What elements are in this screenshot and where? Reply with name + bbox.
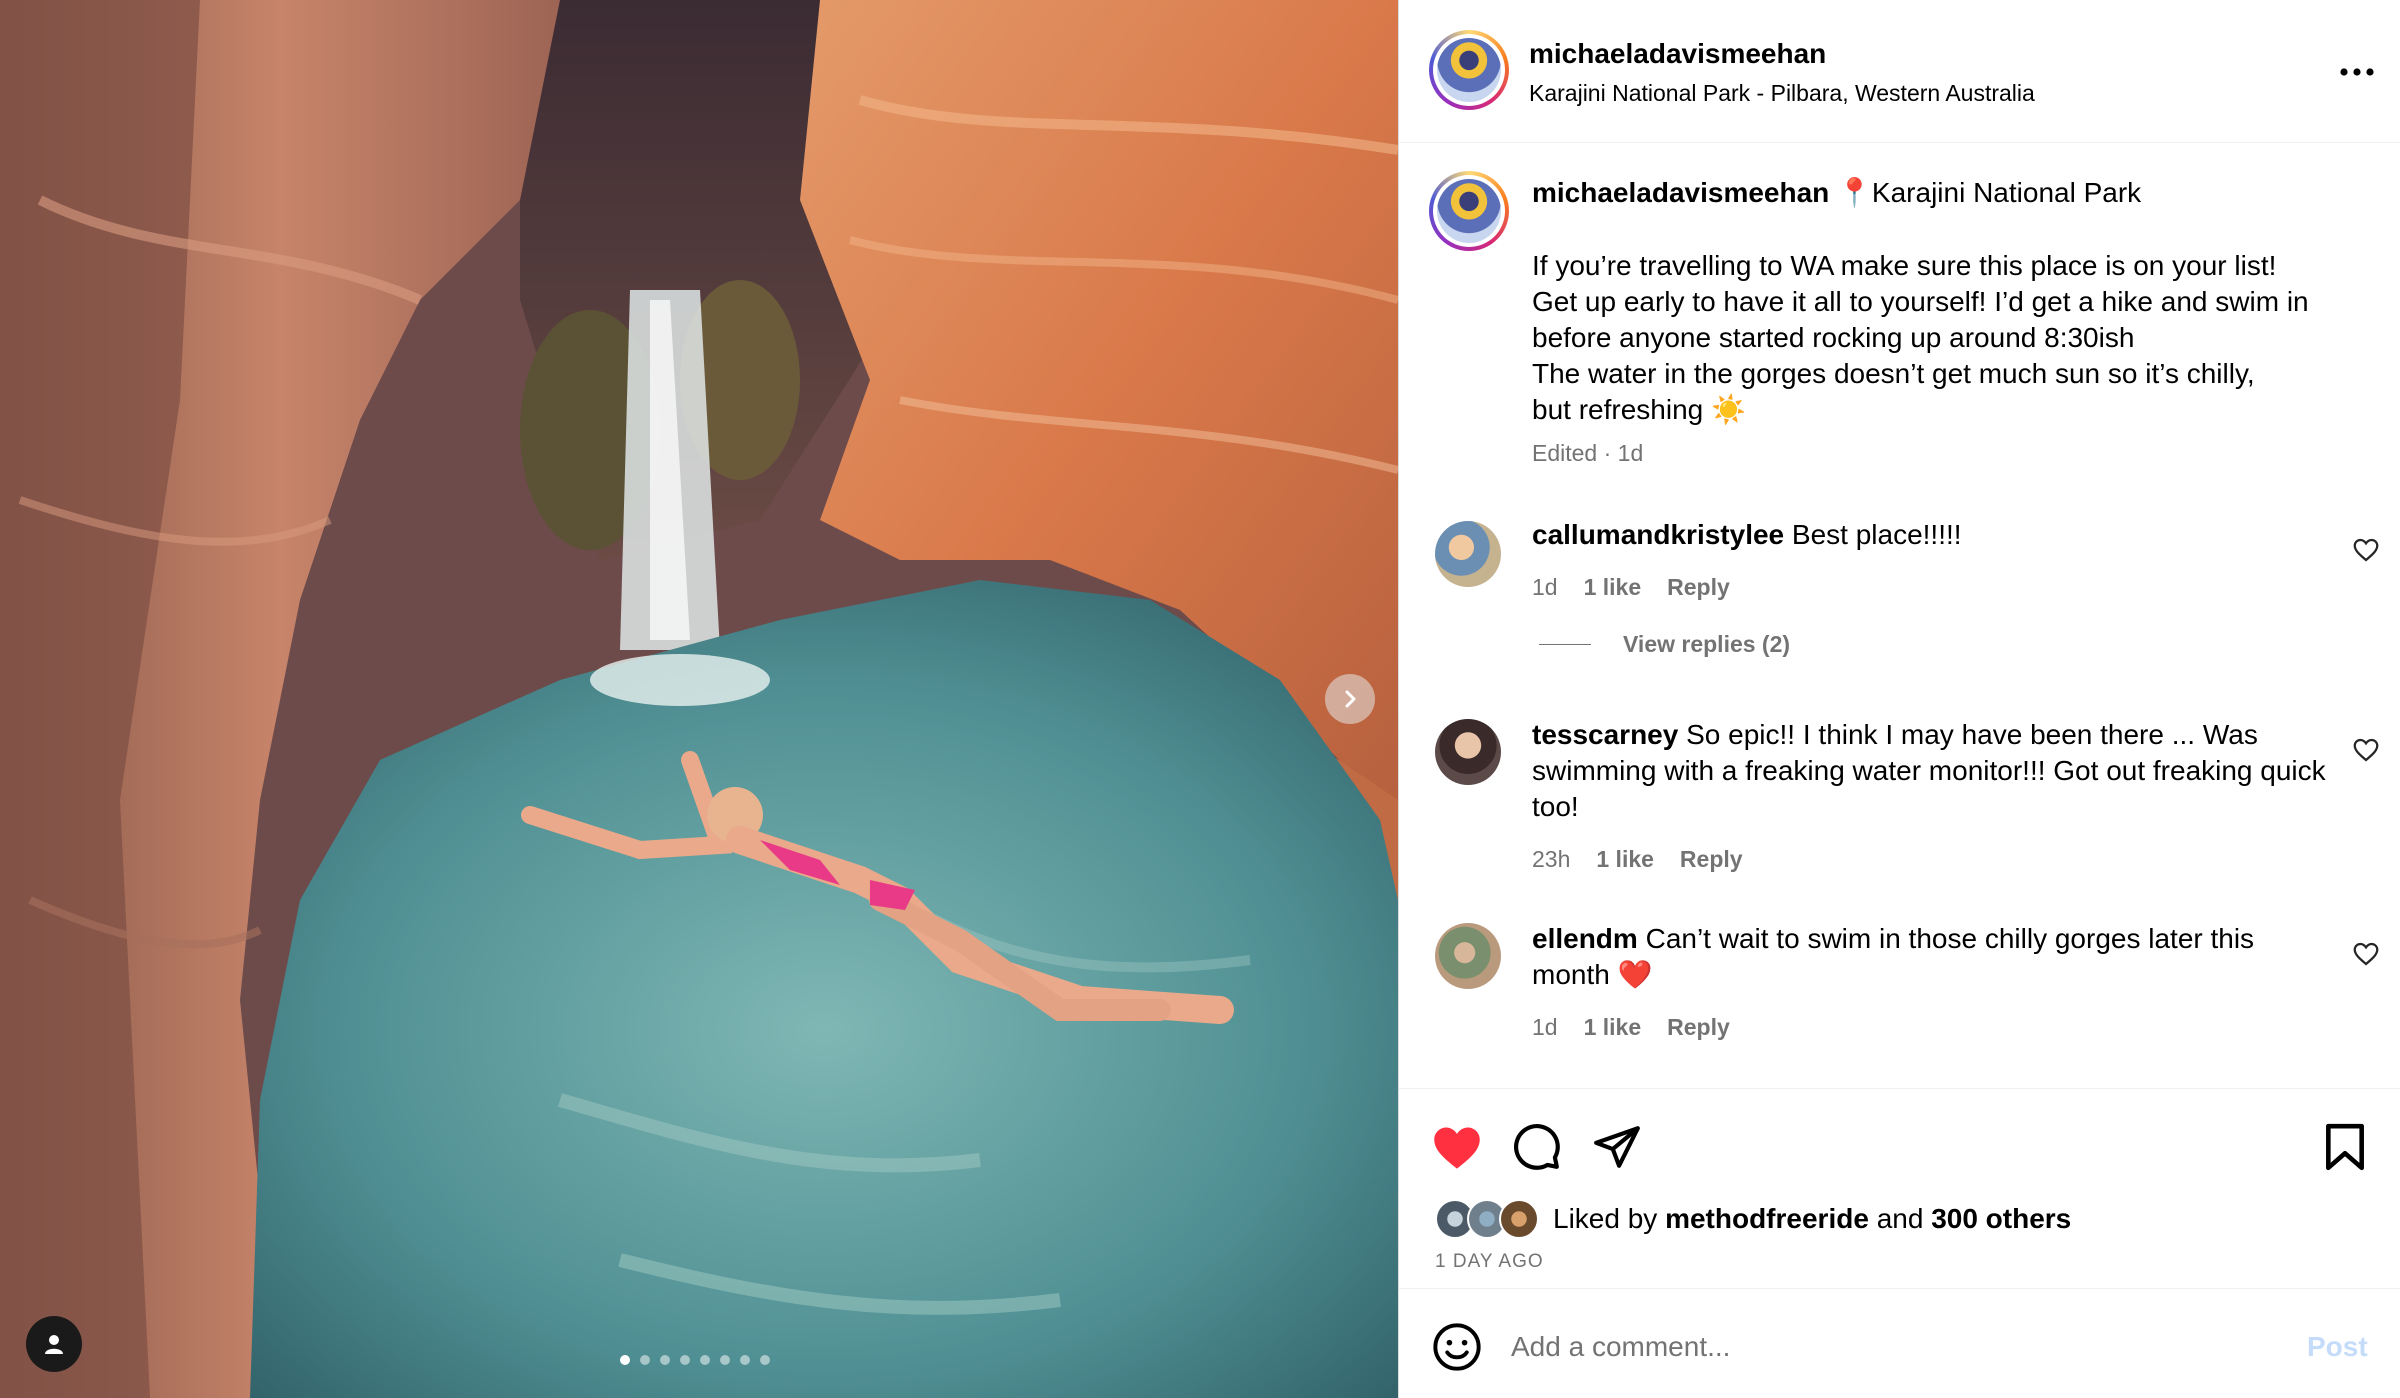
reply-button[interactable]: Reply xyxy=(1667,1014,1730,1041)
view-replies-button[interactable]: View replies (2) xyxy=(1539,631,1790,658)
comment-body: Can’t wait to swim in those chilly gorge… xyxy=(1532,923,2255,990)
commenter-avatar[interactable] xyxy=(1435,719,1501,785)
commenter-avatar[interactable] xyxy=(1435,521,1501,587)
comment-username[interactable]: tesscarney xyxy=(1532,719,1678,750)
comment-time: 23h xyxy=(1532,846,1571,872)
caption-line: If you’re travelling to WA make sure thi… xyxy=(1532,250,2277,281)
carousel-dot xyxy=(660,1355,670,1365)
comment-heart-icon[interactable] xyxy=(2351,939,2381,969)
smiley-icon[interactable] xyxy=(1431,1321,1483,1373)
liked-by-prefix: Liked by xyxy=(1553,1203,1658,1234)
carousel-dot xyxy=(640,1355,650,1365)
caption-avatar[interactable] xyxy=(1429,171,1509,251)
comment-text: callumandkristylee Best place!!!!! xyxy=(1532,517,2332,553)
caption-meta: Edited · 1d xyxy=(1532,440,1644,466)
more-horizontal-icon xyxy=(2340,68,2374,76)
share-button[interactable] xyxy=(1589,1119,1645,1175)
caption-line: Get up early to have it all to yourself!… xyxy=(1532,286,2309,317)
comment-heart-icon[interactable] xyxy=(2351,535,2381,565)
comment-likes[interactable]: 1 like xyxy=(1584,1014,1642,1041)
post-photo[interactable] xyxy=(0,0,1398,1398)
caption-line: but refreshing ☀️ xyxy=(1532,394,1746,425)
view-replies-label: View replies (2) xyxy=(1623,631,1791,657)
comment-time: 1d xyxy=(1532,1014,1558,1040)
caption-line: before anyone started rocking up around … xyxy=(1532,322,2135,353)
commenter-avatar[interactable] xyxy=(1435,923,1501,989)
comment-meta: 1d 1 like Reply xyxy=(1532,1014,1730,1041)
post-location[interactable]: Karajini National Park - Pilbara, Wester… xyxy=(1529,80,2035,107)
carousel-dot xyxy=(700,1355,710,1365)
comment-likes[interactable]: 1 like xyxy=(1584,574,1642,601)
carousel-indicator xyxy=(620,1355,770,1365)
liker-avatar xyxy=(1499,1199,1539,1239)
caption-location-tag: 📍Karajini National Park xyxy=(1837,177,2142,208)
comment-username[interactable]: ellendm xyxy=(1532,923,1638,954)
comment-heart-icon[interactable] xyxy=(2351,735,2381,765)
caption-line: The water in the gorges doesn’t get much… xyxy=(1532,358,2255,389)
caption-text: If you’re travelling to WA make sure thi… xyxy=(1532,248,2352,428)
liked-by-others[interactable]: 300 others xyxy=(1931,1203,2071,1234)
carousel-next-button[interactable] xyxy=(1325,674,1375,724)
heart-filled-icon xyxy=(1434,1127,1480,1169)
post-header: michaeladavismeehan Karajini National Pa… xyxy=(1399,0,2400,143)
comment-meta: 1d 1 like Reply xyxy=(1532,574,1730,601)
comment-input[interactable] xyxy=(1511,1319,2271,1375)
comment-text: ellendm Can’t wait to swim in those chil… xyxy=(1532,921,2332,993)
instagram-post-modal: michaeladavismeehan Karajini National Pa… xyxy=(0,0,2400,1398)
comment-icon xyxy=(1514,1124,1560,1170)
comment-button[interactable] xyxy=(1509,1119,1565,1175)
chevron-right-icon xyxy=(1345,690,1356,708)
comment-text: tesscarney So epic!! I think I may have … xyxy=(1532,717,2332,825)
bookmark-icon xyxy=(2326,1123,2364,1171)
caption-username[interactable]: michaeladavismeehan xyxy=(1532,177,1829,208)
reply-button[interactable]: Reply xyxy=(1667,574,1730,601)
comment-meta: 23h 1 like Reply xyxy=(1532,846,1743,873)
carousel-dot xyxy=(720,1355,730,1365)
post-time[interactable]: 1 DAY AGO xyxy=(1435,1251,1544,1273)
comment-body: Best place!!!!! xyxy=(1791,519,1962,550)
add-comment-bar: Post xyxy=(1399,1288,2400,1398)
carousel-dot xyxy=(740,1355,750,1365)
carousel-dot xyxy=(760,1355,770,1365)
liked-by-conjunction: and xyxy=(1876,1203,1924,1234)
author-username[interactable]: michaeladavismeehan xyxy=(1529,38,1826,70)
gorge-pool-photo xyxy=(0,0,1398,1398)
like-button[interactable] xyxy=(1429,1119,1485,1175)
carousel-dot xyxy=(680,1355,690,1365)
more-options-button[interactable] xyxy=(2329,55,2385,89)
carousel-dot xyxy=(620,1355,630,1365)
comment-likes[interactable]: 1 like xyxy=(1596,846,1654,873)
liked-by-text: Liked by methodfreeride and 300 others xyxy=(1553,1203,2071,1235)
user-tag-icon xyxy=(45,1335,63,1354)
send-icon xyxy=(1594,1126,1640,1168)
liked-by-user[interactable]: methodfreeride xyxy=(1665,1203,1869,1234)
caption-header: michaeladavismeehan 📍Karajini National P… xyxy=(1532,176,2141,209)
save-button[interactable] xyxy=(2317,1119,2373,1175)
reply-button[interactable]: Reply xyxy=(1680,846,1743,873)
view-replies-divider xyxy=(1539,644,1591,645)
comments-section[interactable]: michaeladavismeehan 📍Karajini National P… xyxy=(1399,143,2400,1088)
comment-time: 1d xyxy=(1532,574,1558,600)
comment-username[interactable]: callumandkristylee xyxy=(1532,519,1784,550)
post-comment-button[interactable]: Post xyxy=(2307,1331,2368,1363)
author-avatar[interactable] xyxy=(1429,30,1509,110)
likes-summary: Liked by methodfreeride and 300 others xyxy=(1435,1199,2071,1239)
post-actions: Liked by methodfreeride and 300 others 1… xyxy=(1399,1088,2400,1288)
post-side-panel: michaeladavismeehan Karajini National Pa… xyxy=(1398,0,2400,1398)
tagged-users-button[interactable] xyxy=(26,1316,82,1372)
